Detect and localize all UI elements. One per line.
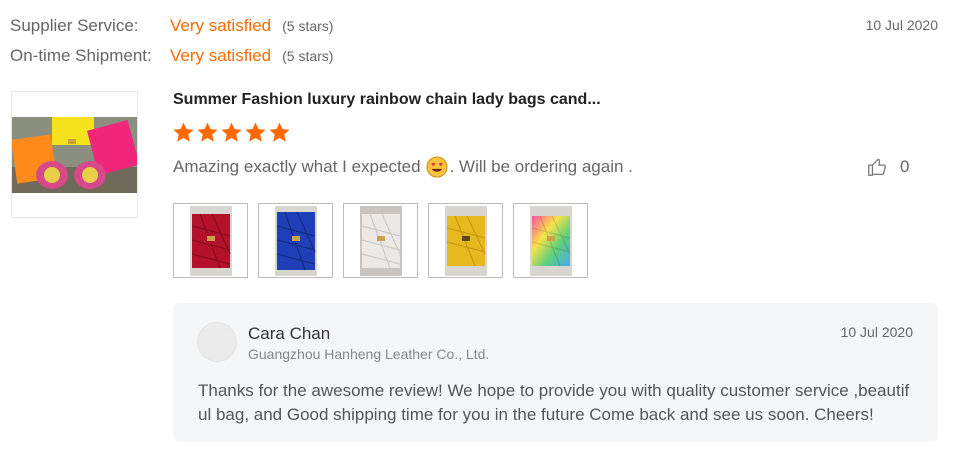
heart-eyes-emoji-icon: [426, 156, 448, 178]
on-time-shipment-stars: (5 stars): [282, 48, 334, 64]
product-photo-icon: [12, 116, 137, 193]
thumbs-up-icon[interactable]: [866, 156, 888, 178]
yellow-bag-photo-icon: [444, 205, 487, 276]
supplier-service-rating: Supplier Service: Very satisfied (5 star…: [10, 16, 333, 36]
review-photo-white[interactable]: [343, 203, 418, 278]
review-photo-blue[interactable]: [258, 203, 333, 278]
star-icon: [245, 122, 266, 142]
review-date: 10 Jul 2020: [865, 17, 938, 33]
supplier-service-stars: (5 stars): [282, 18, 334, 34]
review-photo-rainbow[interactable]: [513, 203, 588, 278]
product-image[interactable]: [11, 91, 138, 218]
supplier-reply: Cara Chan Guangzhou Hanheng Leather Co.,…: [173, 303, 938, 442]
comment-text-end: . Will be ordering again .: [449, 157, 633, 176]
reply-author-name: Cara Chan: [248, 324, 331, 343]
reply-text: Thanks for the awesome review! We hope t…: [198, 381, 910, 424]
star-icon: [221, 122, 242, 142]
supplier-service-label: Supplier Service:: [10, 16, 139, 35]
review-star-rating: [172, 121, 291, 144]
review-comment: Amazing exactly what I expected . Will b…: [173, 156, 633, 178]
product-title[interactable]: Summer Fashion luxury rainbow chain lady…: [173, 91, 601, 109]
on-time-shipment-rating: On-time Shipment: Very satisfied (5 star…: [10, 46, 333, 66]
reply-company-name: Guangzhou Hanheng Leather Co., Ltd.: [248, 346, 490, 362]
star-icon: [269, 122, 290, 142]
red-bag-photo-icon: [189, 205, 232, 276]
like-count: 0: [900, 157, 910, 176]
rainbow-bag-photo-icon: [529, 205, 572, 276]
supplier-avatar: [197, 322, 237, 362]
like-button[interactable]: 0: [866, 156, 909, 178]
comment-text-start: Amazing exactly what I expected: [173, 157, 421, 176]
white-bag-photo-icon: [359, 205, 402, 276]
on-time-shipment-value: Very satisfied: [170, 46, 272, 65]
on-time-shipment-label: On-time Shipment:: [10, 46, 152, 65]
review-photo-yellow[interactable]: [428, 203, 503, 278]
blue-bag-photo-icon: [274, 205, 317, 276]
review-photos: [173, 203, 588, 278]
star-icon: [197, 122, 218, 142]
star-icon: [173, 122, 194, 142]
reply-date: 10 Jul 2020: [840, 324, 913, 340]
review-photo-red[interactable]: [173, 203, 248, 278]
supplier-service-value: Very satisfied: [170, 16, 272, 35]
